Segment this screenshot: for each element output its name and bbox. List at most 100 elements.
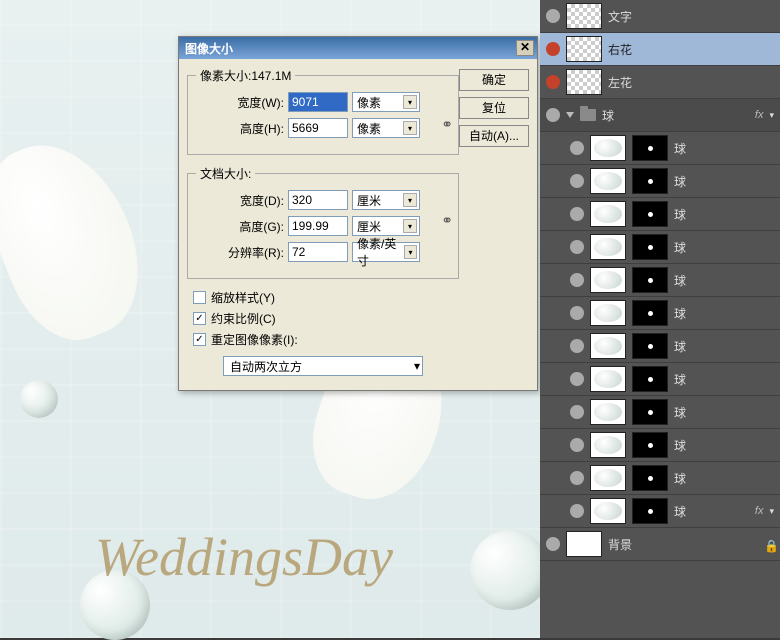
layer-mask-thumbnail	[632, 333, 668, 359]
layer-thumbnail	[590, 168, 626, 194]
pixel-legend: 像素大小:147.1M	[196, 67, 295, 84]
layer-mask-thumbnail	[632, 168, 668, 194]
layer-name: 左花	[608, 74, 774, 91]
link-icon[interactable]: ⚭	[441, 116, 453, 133]
chevron-down-icon: ▾	[403, 193, 417, 207]
layer-mask-thumbnail	[632, 201, 668, 227]
width-doc-input[interactable]	[288, 190, 348, 210]
layer-name: 球	[674, 470, 774, 487]
layer-row[interactable]: 球	[540, 297, 780, 330]
visibility-icon[interactable]	[570, 240, 584, 254]
width-px-input[interactable]	[288, 92, 348, 112]
visibility-icon[interactable]	[546, 42, 560, 56]
doc-legend: 文档大小:	[196, 165, 255, 182]
layer-row[interactable]: 右花	[540, 33, 780, 66]
resolution-unit-select[interactable]: 像素/英寸▾	[352, 242, 420, 262]
scale-styles-checkbox[interactable]	[193, 291, 206, 304]
layer-row[interactable]: 球	[540, 165, 780, 198]
layer-row[interactable]: 文字	[540, 0, 780, 33]
layer-row[interactable]: 球	[540, 198, 780, 231]
layer-thumbnail	[590, 498, 626, 524]
height-doc-unit-select[interactable]: 厘米▾	[352, 216, 420, 236]
layer-name: 球	[674, 371, 774, 388]
layer-row[interactable]: 球	[540, 396, 780, 429]
layer-name: 球	[674, 272, 774, 289]
link-icon[interactable]: ⚭	[441, 212, 453, 229]
height-px-unit-select[interactable]: 像素▾	[352, 118, 420, 138]
layer-row[interactable]: 背景 🔒	[540, 528, 780, 561]
layer-mask-thumbnail	[632, 300, 668, 326]
expand-icon[interactable]	[566, 112, 574, 118]
auto-button[interactable]: 自动(A)...	[459, 125, 529, 147]
layer-thumbnail	[566, 69, 602, 95]
layer-mask-thumbnail	[632, 498, 668, 524]
layer-row[interactable]: 球fx▾	[540, 495, 780, 528]
visibility-icon[interactable]	[570, 504, 584, 518]
close-icon[interactable]: ✕	[516, 40, 534, 56]
layer-name: 球	[674, 173, 774, 190]
resample-checkbox[interactable]: ✓	[193, 333, 206, 346]
layer-name: 球	[674, 338, 774, 355]
height-px-input[interactable]	[288, 118, 348, 138]
visibility-icon[interactable]	[570, 207, 584, 221]
chevron-down-icon[interactable]: ▾	[769, 110, 774, 121]
ok-button[interactable]: 确定	[459, 69, 529, 91]
layer-mask-thumbnail	[632, 432, 668, 458]
layer-name: 球	[674, 239, 774, 256]
height-px-label: 高度(H):	[214, 120, 284, 137]
layer-row[interactable]: 球	[540, 429, 780, 462]
visibility-icon[interactable]	[570, 141, 584, 155]
layer-row[interactable]: 球	[540, 132, 780, 165]
visibility-icon[interactable]	[570, 339, 584, 353]
reset-button[interactable]: 复位	[459, 97, 529, 119]
visibility-icon[interactable]	[546, 75, 560, 89]
visibility-icon[interactable]	[570, 372, 584, 386]
layer-thumbnail	[590, 366, 626, 392]
layer-name: 球	[674, 437, 774, 454]
constrain-label: 约束比例(C)	[211, 310, 276, 327]
layer-row[interactable]: 球	[540, 462, 780, 495]
layer-name: 文字	[608, 8, 774, 25]
resolution-label: 分辨率(R):	[214, 244, 284, 261]
visibility-icon[interactable]	[570, 471, 584, 485]
width-px-unit-select[interactable]: 像素▾	[352, 92, 420, 112]
visibility-icon[interactable]	[570, 405, 584, 419]
document-size-group: 文档大小: 宽度(D): 厘米▾ 高度(G): 厘米▾ 分辨率(R): 像素/英…	[187, 165, 459, 279]
height-doc-input[interactable]	[288, 216, 348, 236]
layer-row[interactable]: 球	[540, 330, 780, 363]
layer-row[interactable]: 球	[540, 363, 780, 396]
width-doc-unit-select[interactable]: 厘米▾	[352, 190, 420, 210]
resolution-input[interactable]	[288, 242, 348, 262]
layer-group-row[interactable]: 球 fx ▾	[540, 99, 780, 132]
layer-mask-thumbnail	[632, 234, 668, 260]
layer-mask-thumbnail	[632, 399, 668, 425]
layer-row[interactable]: 左花	[540, 66, 780, 99]
height-doc-label: 高度(G):	[214, 218, 284, 235]
image-size-dialog: 图像大小 ✕ 像素大小:147.1M 宽度(W): 像素▾ 高度(H): 像素▾…	[178, 36, 538, 391]
lock-icon: 🔒	[764, 539, 774, 549]
visibility-icon[interactable]	[570, 306, 584, 320]
layer-name: 球	[674, 404, 774, 421]
layer-row[interactable]: 球	[540, 231, 780, 264]
visibility-icon[interactable]	[546, 108, 560, 122]
dialog-title: 图像大小	[185, 40, 233, 57]
layer-thumbnail	[566, 3, 602, 29]
layer-thumbnail	[590, 465, 626, 491]
layer-thumbnail	[590, 300, 626, 326]
resample-method-select[interactable]: 自动两次立方▾	[223, 356, 423, 376]
layer-name: 球	[674, 140, 774, 157]
visibility-icon[interactable]	[570, 174, 584, 188]
layer-group-name: 球	[602, 107, 749, 124]
fx-badge: fx	[755, 109, 764, 121]
visibility-icon[interactable]	[570, 273, 584, 287]
constrain-checkbox[interactable]: ✓	[193, 312, 206, 325]
chevron-down-icon: ▾	[769, 506, 774, 517]
layer-thumbnail	[590, 399, 626, 425]
layers-panel: 文字 右花 左花 球 fx ▾ 球 球 球	[540, 0, 780, 638]
visibility-icon[interactable]	[546, 9, 560, 23]
resample-label: 重定图像像素(I):	[211, 331, 298, 348]
dialog-titlebar[interactable]: 图像大小 ✕	[179, 37, 537, 59]
layer-row[interactable]: 球	[540, 264, 780, 297]
visibility-icon[interactable]	[570, 438, 584, 452]
visibility-icon[interactable]	[546, 537, 560, 551]
